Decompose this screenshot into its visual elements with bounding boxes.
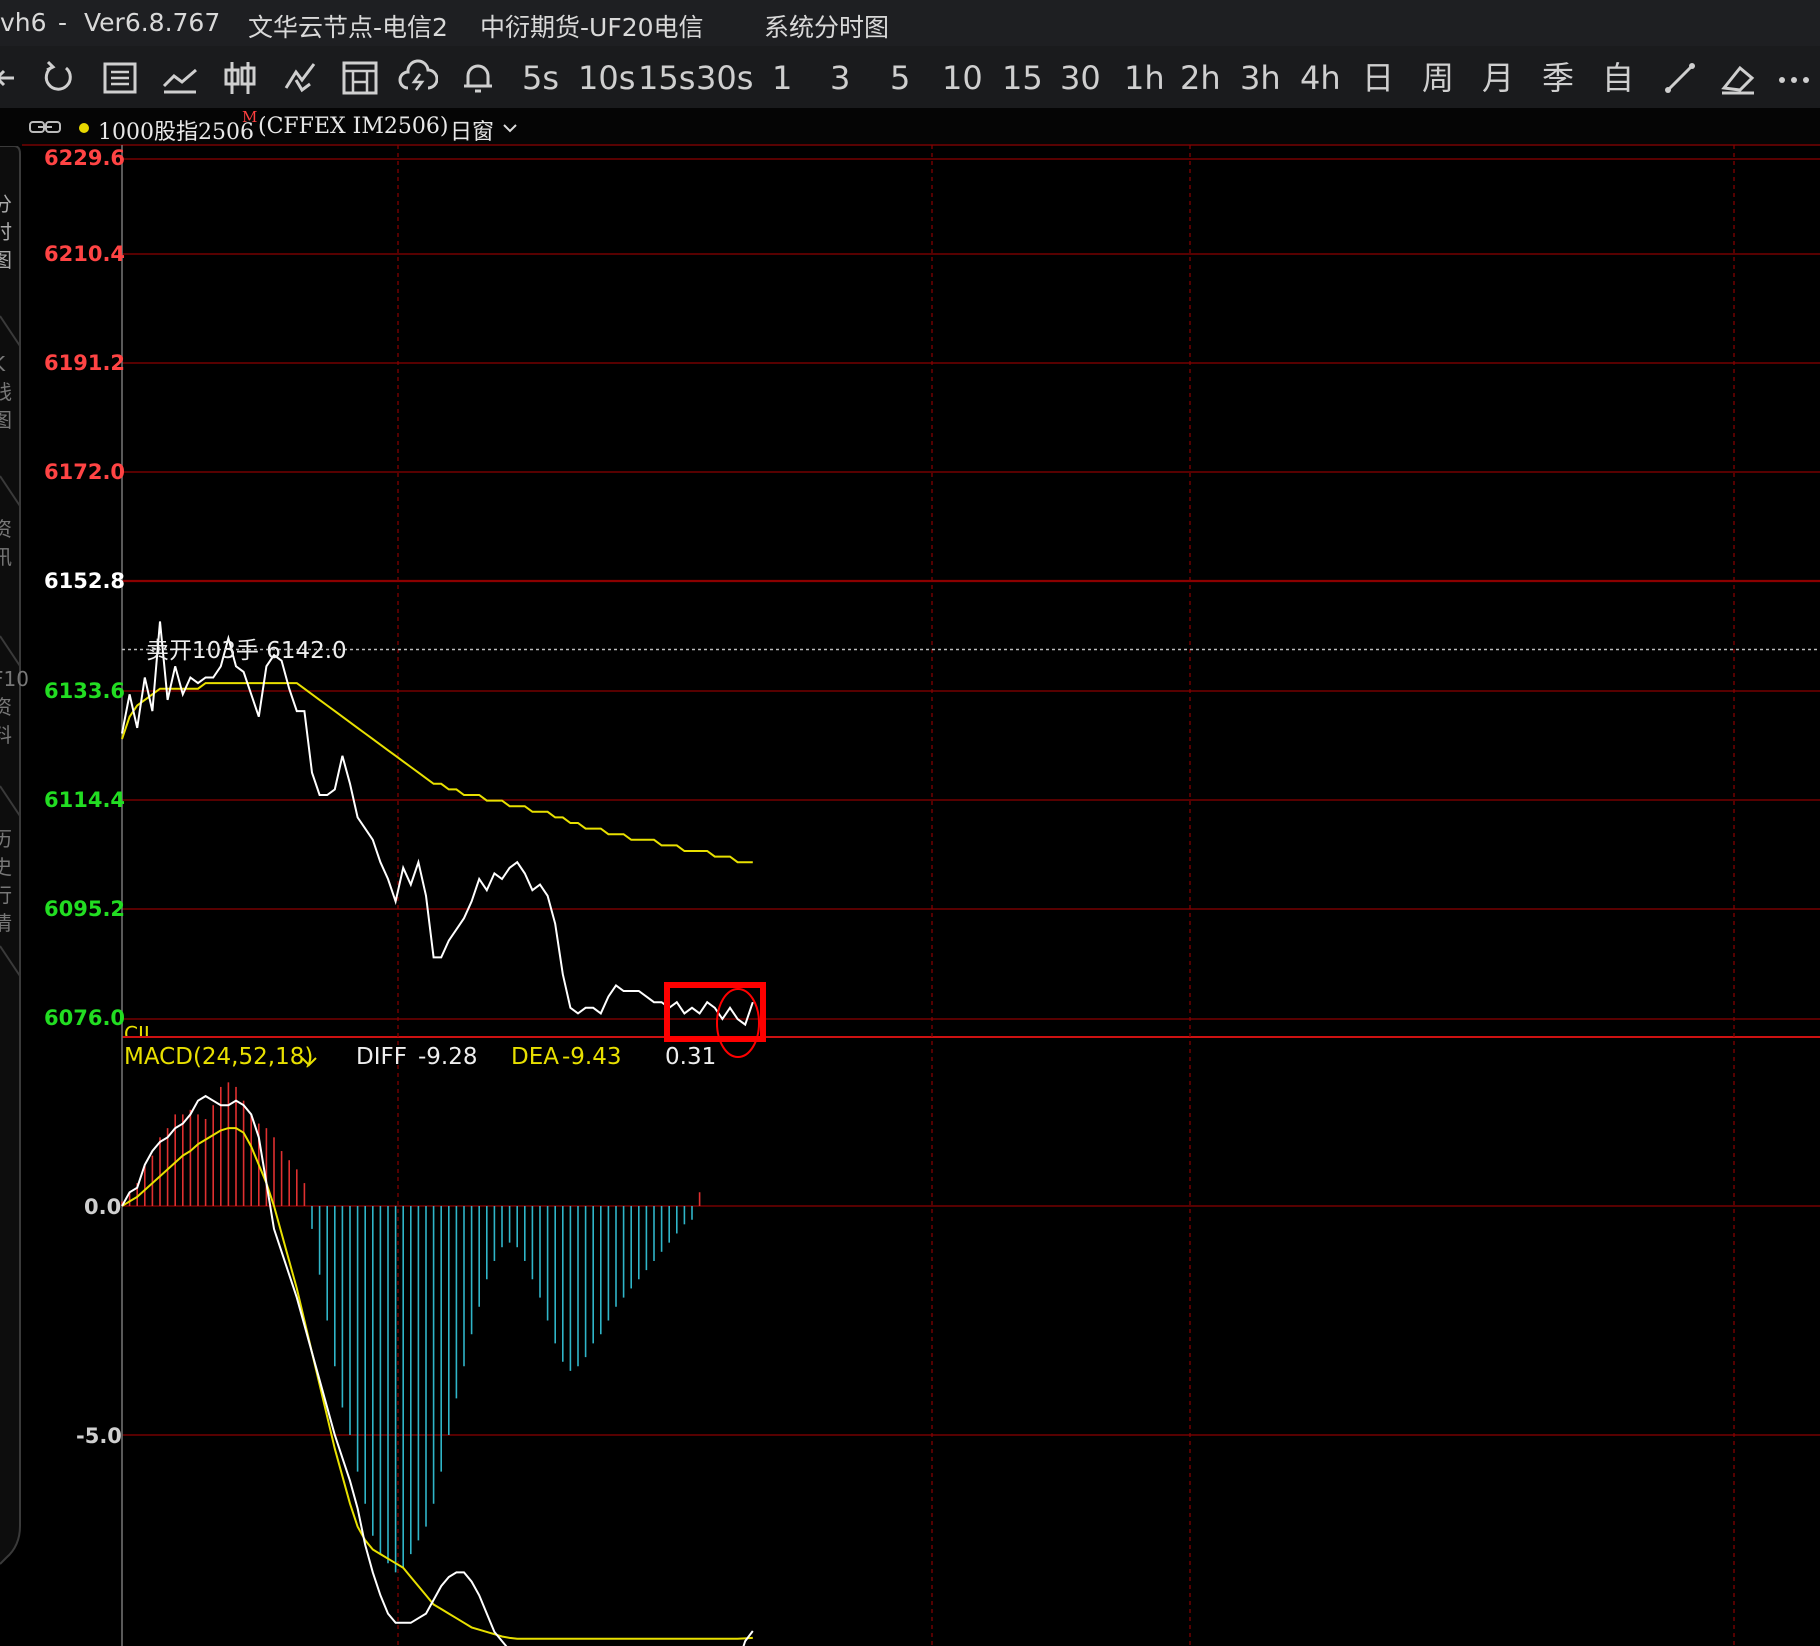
diff-line [121, 1094, 754, 1646]
price-axis-label: 6191.2 [44, 351, 126, 375]
macd-value: 0.31 [665, 1044, 717, 1070]
dea-value: -9.43 [562, 1044, 622, 1070]
macd-histogram [121, 1082, 701, 1573]
price-chart[interactable] [0, 0, 1820, 1646]
highlight-circle [716, 988, 760, 1058]
price-axis-label: 6114.4 [44, 788, 126, 812]
price-line [121, 621, 754, 1027]
price-axis-label: 6095.2 [44, 897, 126, 921]
dea-label: DEA [511, 1044, 559, 1070]
order-annotation[interactable]: 卖开103手 6142.0 [146, 631, 347, 665]
price-axis-label: 6229.6 [44, 146, 126, 170]
chart-grid [22, 144, 1820, 1646]
price-axis-label: 6172.0 [44, 460, 126, 484]
price-axis-label: 6076.0 [44, 1006, 126, 1030]
macd-axis-label: 0.0 [84, 1195, 122, 1219]
volume-indicator-label[interactable]: CJL [124, 1022, 155, 1036]
macd-indicator-name[interactable]: MACD(24,52,18) [124, 1044, 313, 1070]
price-axis-label: 6133.6 [44, 679, 126, 703]
dea-line [121, 1127, 753, 1640]
diff-label: DIFF [356, 1044, 407, 1070]
price-axis-label: 6210.4 [44, 242, 126, 266]
price-axis-label: 6152.8 [44, 569, 126, 593]
average-price-line [121, 682, 753, 864]
chevron-down-icon[interactable] [300, 1056, 318, 1068]
diff-value: -9.28 [418, 1044, 478, 1070]
macd-axis-label: -5.0 [76, 1424, 122, 1448]
